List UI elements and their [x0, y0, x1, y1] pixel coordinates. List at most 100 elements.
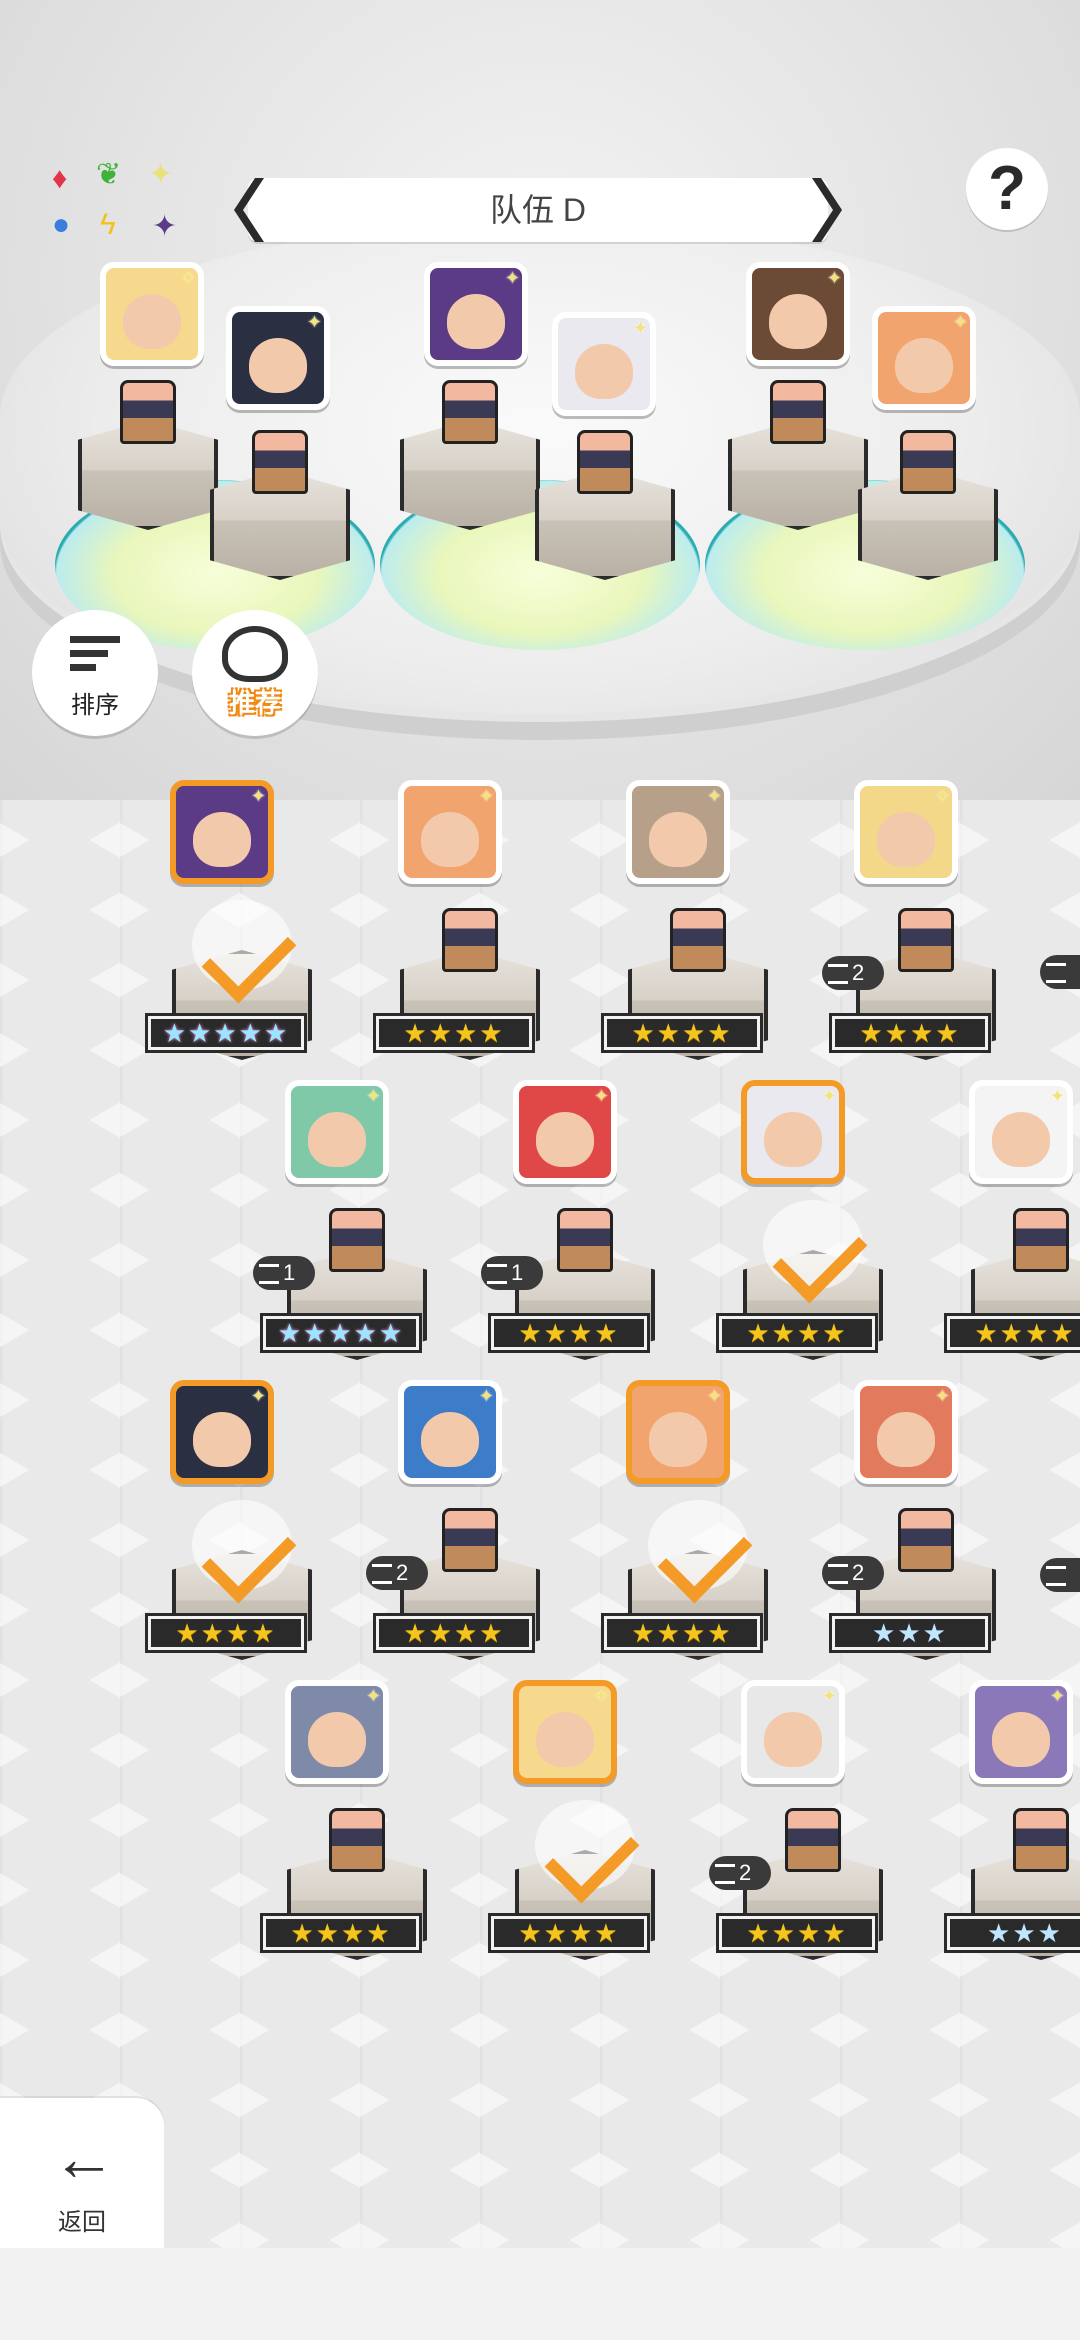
roster-hero-card[interactable]: ✦	[285, 1680, 389, 1784]
roster-hero-card[interactable]: ✦	[398, 780, 502, 884]
roster-hero-card[interactable]: ✦	[170, 1380, 274, 1484]
roster-hero-sprite	[670, 908, 726, 972]
roster-hero-card[interactable]: ✦	[741, 1680, 845, 1784]
star-rating: ★★★	[829, 1613, 991, 1653]
dup-badge-partial	[1040, 1558, 1080, 1592]
circle-icon: ●	[52, 208, 71, 241]
duplicate-count-badge: 2	[822, 1556, 884, 1590]
roster-hero-card[interactable]: ✦	[513, 1080, 617, 1184]
hero-face	[446, 293, 506, 349]
duplicate-count-badge: 2	[366, 1556, 428, 1590]
hero-face	[535, 1711, 595, 1767]
sparkle-icon: ✦	[180, 268, 196, 288]
layers-icon	[828, 964, 848, 985]
recommend-button[interactable]: 推荐	[192, 610, 318, 736]
team-slot-portrait[interactable]: ✦	[552, 312, 656, 416]
sparkle-icon: ✦	[706, 1386, 722, 1406]
heart-suit-icon: ♦	[52, 162, 68, 195]
star-rating: ★★★★	[260, 1913, 422, 1953]
sparkle-icon: ✦	[1049, 1686, 1065, 1706]
team-hero-sprite	[252, 430, 308, 494]
sparkle-icon: ✦	[706, 786, 722, 806]
star-rating: ★★★★★	[260, 1313, 422, 1353]
team-slot-portrait[interactable]: ✦	[226, 306, 330, 410]
duplicate-count: 1	[511, 1260, 524, 1285]
roster-hero-card[interactable]: ✦	[513, 1680, 617, 1784]
help-button[interactable]: ?	[966, 148, 1048, 230]
sparkle-icon: ✦	[593, 1086, 609, 1106]
roster-hero-card[interactable]: ✦	[969, 1080, 1073, 1184]
hero-face	[122, 293, 182, 349]
sparkle-icon: ✦	[504, 268, 520, 288]
hero-face	[763, 1711, 823, 1767]
roster-hero-card[interactable]: ✦	[854, 780, 958, 884]
star-rating: ★★★★	[601, 1013, 763, 1053]
star-rating: ★★★★	[373, 1013, 535, 1053]
team-slot-portrait[interactable]: ✦	[872, 306, 976, 410]
layers-icon	[828, 1564, 848, 1585]
roster-hero-sprite	[898, 908, 954, 972]
roster-hero-card[interactable]: ✦	[854, 1380, 958, 1484]
duplicate-count-badge: 1	[481, 1256, 543, 1290]
roster-hero-sprite	[557, 1208, 613, 1272]
duplicate-count: 2	[396, 1560, 409, 1585]
hero-face	[768, 293, 828, 349]
roster-hero-sprite	[442, 1508, 498, 1572]
roster-hero-card[interactable]: ✦	[969, 1680, 1073, 1784]
hero-face	[876, 811, 936, 867]
recommend-label: 推荐	[228, 688, 281, 718]
layers-icon	[259, 1264, 279, 1285]
team-hero-sprite	[900, 430, 956, 494]
team-hero-sprite	[120, 380, 176, 444]
sparkle-icon: ✦	[632, 318, 648, 338]
sparkle-icon: ✦	[250, 1386, 266, 1406]
roster-hero-card[interactable]: ✦	[626, 780, 730, 884]
layers-icon	[1046, 963, 1066, 984]
duplicate-count-badge: 2	[709, 1856, 771, 1890]
back-label: 返回	[58, 2209, 106, 2236]
roster-hero-card[interactable]: ✦	[398, 1380, 502, 1484]
leaf-icon: ❦	[96, 158, 122, 191]
hero-face	[648, 1411, 708, 1467]
sparkle-icon: ✦	[478, 786, 494, 806]
hero-face	[420, 1411, 480, 1467]
team-hero-sprite	[770, 380, 826, 444]
team-slot-portrait[interactable]: ✦	[746, 262, 850, 366]
sparkle-icon: ✦	[306, 312, 322, 332]
roster-hero-sprite	[442, 908, 498, 972]
team-hero-sprite	[577, 430, 633, 494]
star-rating: ★★★	[944, 1913, 1080, 1953]
sparkle-icon: ✦	[821, 1686, 837, 1706]
sort-label: 排序	[71, 692, 119, 719]
roster-hero-sprite	[329, 1208, 385, 1272]
hero-face	[574, 343, 634, 399]
hero-face	[248, 337, 308, 393]
roster-hero-card[interactable]: ✦	[170, 780, 274, 884]
star-rating: ★★★★	[829, 1013, 991, 1053]
team-slot-portrait[interactable]: ✦	[424, 262, 528, 366]
sparkle-icon: ✦	[365, 1686, 381, 1706]
hero-face	[307, 1711, 367, 1767]
duplicate-count-badge: 1	[253, 1256, 315, 1290]
sparkle-icon: ✦	[952, 312, 968, 332]
hero-face	[307, 1111, 367, 1167]
hero-face	[192, 811, 252, 867]
star-rating: ★★★★	[944, 1313, 1080, 1353]
lightning-icon: ϟ	[100, 208, 116, 241]
back-button[interactable]: ← 返回	[0, 2098, 164, 2248]
roster-hero-card[interactable]: ✦	[741, 1080, 845, 1184]
star-sparkle-icon: ✦	[148, 158, 174, 191]
sparkle-icon: ✦	[934, 786, 950, 806]
team-selector: 队伍 D	[234, 178, 842, 242]
roster-hero-card[interactable]: ✦	[626, 1380, 730, 1484]
dark-star-icon: ✦	[152, 210, 178, 243]
star-rating: ★★★★	[716, 1313, 878, 1353]
duplicate-count: 2	[852, 960, 865, 985]
team-slot-portrait[interactable]: ✦	[100, 262, 204, 366]
element-affinity-chart[interactable]: ♦ ❦ ✦ ● ϟ ✦	[52, 160, 202, 250]
layers-icon	[487, 1264, 507, 1285]
sort-button[interactable]: 排序	[32, 610, 158, 736]
dup-badge-partial	[1040, 955, 1080, 989]
layers-icon	[715, 1864, 735, 1885]
roster-hero-card[interactable]: ✦	[285, 1080, 389, 1184]
